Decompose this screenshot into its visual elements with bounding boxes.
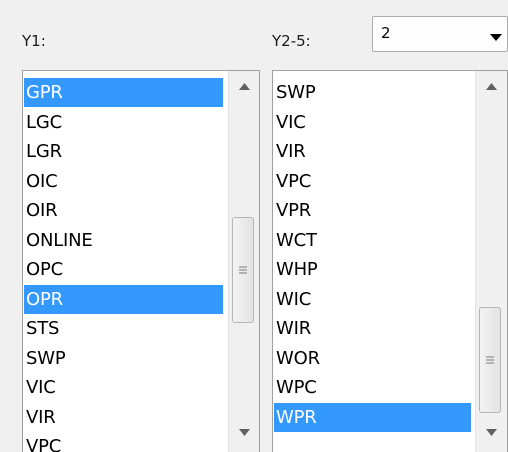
y2-5-series-select[interactable]: 2: [372, 16, 508, 52]
select-value: 2: [381, 24, 391, 42]
y2-5-label: Y2-5:: [272, 32, 311, 50]
chevron-up-icon[interactable]: [476, 83, 507, 101]
list-item[interactable]: WIR: [274, 314, 471, 343]
list-item[interactable]: VIC: [274, 108, 471, 137]
y1-scrollbar[interactable]: [228, 71, 259, 452]
list-item[interactable]: OPC: [24, 255, 223, 284]
grip-icon: [239, 266, 247, 274]
chevron-down-icon[interactable]: [229, 429, 259, 447]
list-item[interactable]: STS: [24, 314, 223, 343]
y2-5-listbox[interactable]: SWP VIC VIR VPC VPR WCT WHP WIC WIR WOR WPC WPR: [272, 70, 508, 452]
list-item[interactable]: WCT: [274, 226, 471, 255]
list-item[interactable]: VIR: [24, 403, 223, 432]
chevron-up-icon[interactable]: [229, 83, 259, 101]
chevron-down-icon[interactable]: [476, 429, 507, 447]
list-item[interactable]: WIC: [274, 285, 471, 314]
y1-scrollbar-thumb[interactable]: [232, 217, 254, 323]
list-item[interactable]: VPC: [274, 167, 471, 196]
list-item[interactable]: LGR: [24, 137, 223, 166]
y2-5-scrollbar[interactable]: [475, 71, 507, 452]
list-item[interactable]: VIC: [24, 373, 223, 402]
list-item[interactable]: OIR: [24, 196, 223, 225]
list-item[interactable]: ONLINE: [24, 226, 223, 255]
list-item[interactable]: OPR: [24, 284, 223, 314]
list-item[interactable]: SWP: [274, 78, 471, 107]
list-item[interactable]: LGC: [24, 108, 223, 137]
y2-5-scrollbar-thumb[interactable]: [479, 307, 501, 413]
list-item[interactable]: WOR: [274, 344, 471, 373]
list-item[interactable]: OIC: [24, 167, 223, 196]
chevron-down-icon[interactable]: [489, 29, 503, 47]
list-item[interactable]: WPC: [274, 373, 471, 402]
list-item[interactable]: GPR: [24, 78, 223, 107]
y1-listbox[interactable]: GPR LGC LGR OIC OIR ONLINE OPC OPR STS SWP VIC VIR V…: [22, 70, 260, 452]
grip-icon: [486, 356, 494, 364]
list-item[interactable]: VPC: [24, 432, 223, 452]
list-item[interactable]: WHP: [274, 255, 471, 284]
y1-label: Y1:: [22, 32, 46, 50]
list-item[interactable]: SWP: [24, 344, 223, 373]
list-item[interactable]: WPR: [274, 402, 471, 432]
list-item[interactable]: VIR: [274, 137, 471, 166]
list-item[interactable]: VPR: [274, 196, 471, 225]
